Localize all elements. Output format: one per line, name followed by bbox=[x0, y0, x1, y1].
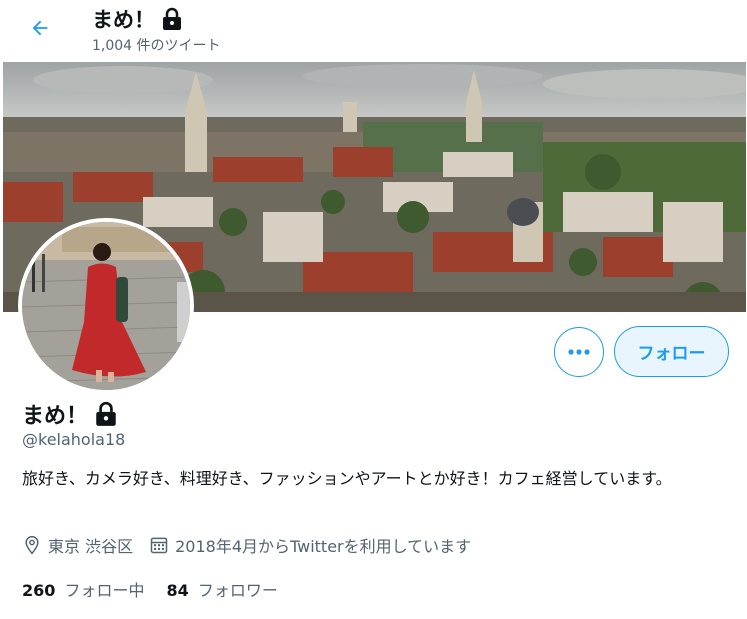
join-date-text: 2018年4月からTwitterを利用しています bbox=[175, 537, 472, 556]
arrow-left-icon bbox=[32, 20, 48, 36]
more-button[interactable] bbox=[554, 327, 604, 377]
lock-icon bbox=[96, 401, 116, 426]
followers-label: フォロワー bbox=[197, 581, 278, 600]
following-count: 260 bbox=[22, 581, 56, 600]
location-pin-icon bbox=[25, 535, 39, 555]
profile-name: まめ！ bbox=[22, 398, 118, 430]
profile-meta: 東京 渋谷区 2018年4月からTwitterを利用しています bbox=[22, 533, 487, 557]
more-dots-icon bbox=[568, 349, 590, 355]
follow-stats: 260 フォロー中 84 フォロワー bbox=[22, 577, 300, 601]
header-title: まめ！ bbox=[92, 4, 183, 34]
following-label: フォロー中 bbox=[64, 581, 145, 600]
location: 東京 渋谷区 bbox=[22, 533, 133, 557]
tweet-count: 1,004 件のツイート bbox=[92, 38, 221, 54]
profile-handle: @kelahola18 bbox=[22, 430, 126, 449]
back-button[interactable] bbox=[22, 10, 58, 46]
follow-button[interactable]: フォロー bbox=[614, 326, 729, 377]
location-text: 東京 渋谷区 bbox=[48, 537, 134, 556]
profile-avatar[interactable] bbox=[18, 218, 194, 394]
header-name: まめ！ bbox=[92, 8, 155, 32]
followers-link[interactable]: 84 フォロワー bbox=[167, 577, 278, 601]
following-link[interactable]: 260 フォロー中 bbox=[22, 577, 145, 601]
calendar-icon bbox=[150, 537, 168, 554]
profile-bio: 旅好き、カメラ好き、料理好き、ファッションやアートとか好き！カフェ経営しています… bbox=[22, 469, 672, 488]
followers-count: 84 bbox=[166, 581, 189, 600]
lock-icon bbox=[163, 7, 181, 30]
profile-name-text: まめ！ bbox=[22, 404, 89, 429]
join-date: 2018年4月からTwitterを利用しています bbox=[149, 533, 471, 557]
top-bar: まめ！ 1,004 件のツイート bbox=[0, 0, 747, 62]
